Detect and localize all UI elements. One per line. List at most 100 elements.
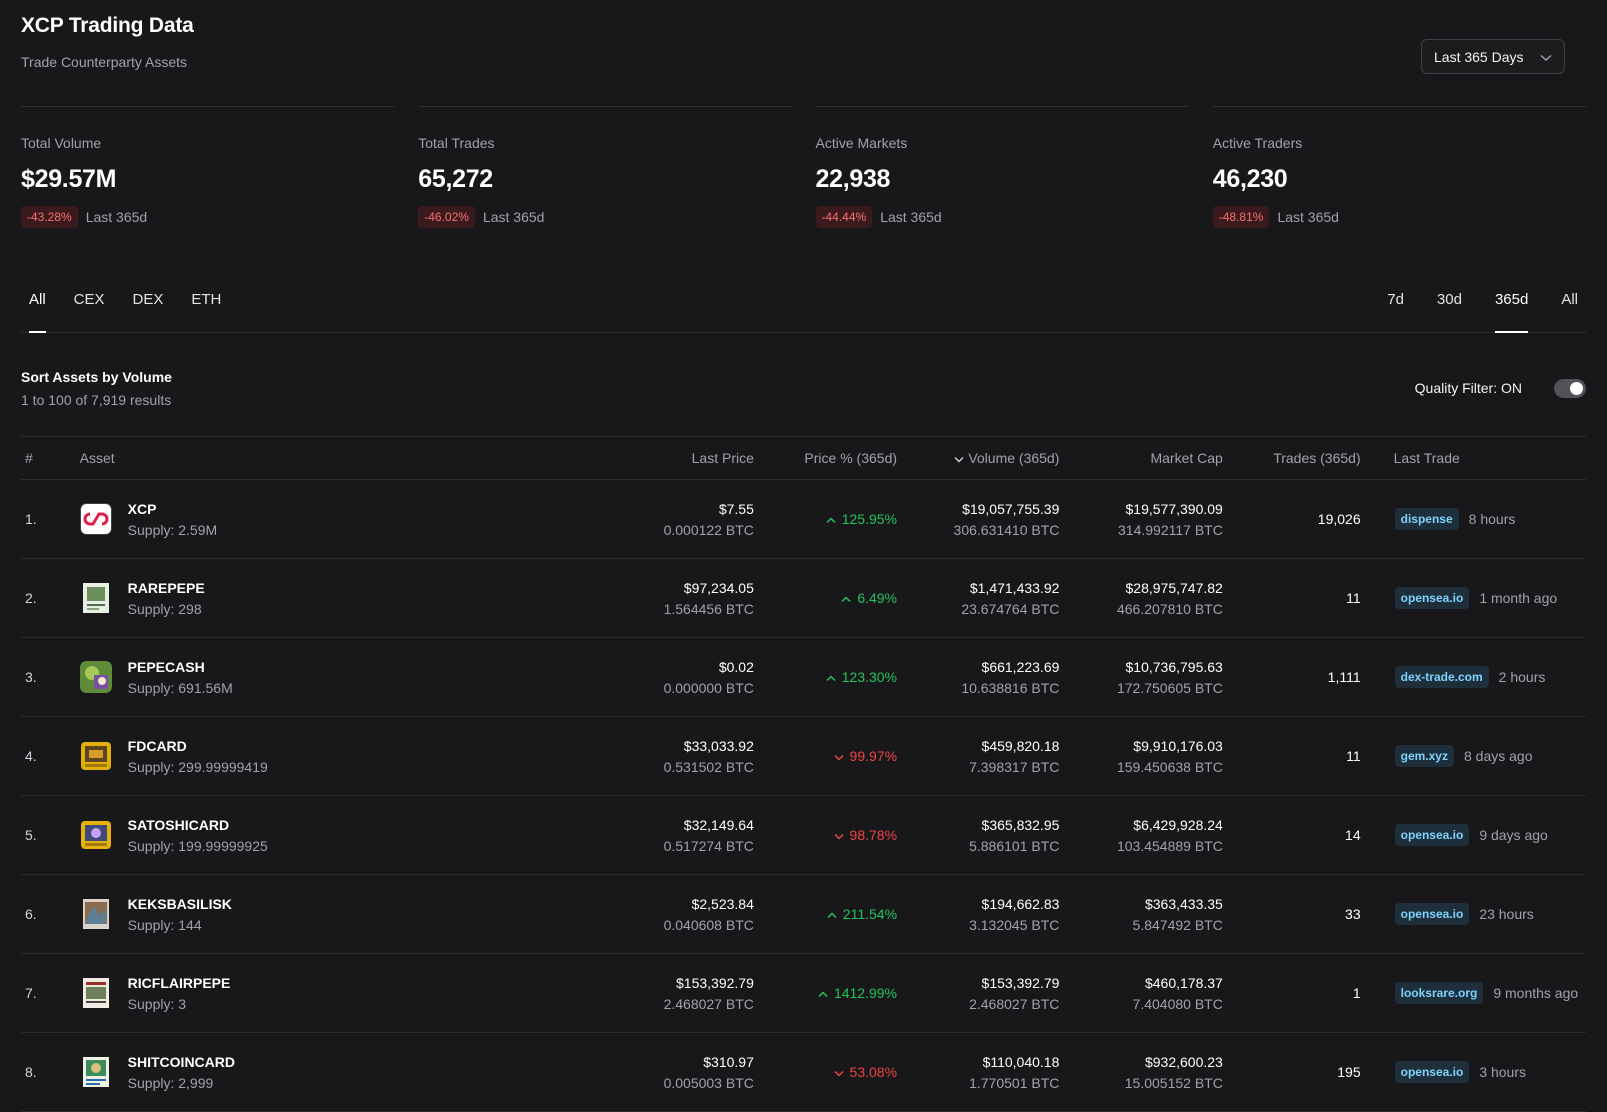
asset-name[interactable]: RICFLAIRPEPE xyxy=(128,975,231,991)
price-change: 125.95% xyxy=(841,511,898,527)
market-badge[interactable]: gem.xyz xyxy=(1394,745,1454,767)
tab-7d[interactable]: 7d xyxy=(1379,266,1412,332)
market-badge[interactable]: looksrare.org xyxy=(1394,982,1484,1004)
market-badge[interactable]: dispense xyxy=(1394,508,1459,530)
table-row[interactable]: 7. RICFLAIRPEPE Supply: 3 $153,392.79 2.… xyxy=(21,953,1586,1033)
stats-row: Total Volume $29.57M -43.28% Last 365d T… xyxy=(21,106,1586,236)
table-row[interactable]: 2. RAREPEPE Supply: 298 $97,234.05 1.564… xyxy=(21,558,1586,638)
col-asset[interactable]: Asset xyxy=(78,437,602,480)
volume-cell: $110,040.18 1.770501 BTC xyxy=(898,1032,1061,1112)
price-change-cell: 6.49% xyxy=(754,558,899,638)
asset-cell[interactable]: RICFLAIRPEPE Supply: 3 xyxy=(78,953,602,1033)
price-change: 98.78% xyxy=(849,827,898,843)
mcap-usd: $28,975,747.82 xyxy=(1125,579,1223,596)
col-trades[interactable]: Trades (365d) xyxy=(1223,437,1362,480)
mcap-usd: $6,429,928.24 xyxy=(1133,816,1223,833)
tab-cex[interactable]: CEX xyxy=(66,266,113,332)
results-count: 1 to 100 of 7,919 results xyxy=(21,392,172,408)
asset-cell[interactable]: SATOSHICARD Supply: 199.99999925 xyxy=(78,795,602,875)
mcap-btc: 103.454889 BTC xyxy=(1116,837,1223,854)
table-row[interactable]: 6. KEKSBASILISK Supply: 144 $2,523.84 0.… xyxy=(21,874,1586,954)
asset-name[interactable]: SHITCOINCARD xyxy=(128,1054,235,1070)
col-market-cap[interactable]: Market Cap xyxy=(1060,437,1224,480)
page-subtitle: Trade Counterparty Assets xyxy=(21,54,188,70)
market-badge[interactable]: dex-trade.com xyxy=(1394,666,1489,688)
last-trade-time: 1 month ago xyxy=(1479,590,1558,606)
price-btc: 1.564456 BTC xyxy=(663,600,754,617)
asset-name[interactable]: RAREPEPE xyxy=(128,580,205,596)
market-badge[interactable]: opensea.io xyxy=(1394,1061,1470,1083)
mcap-usd: $10,736,795.63 xyxy=(1125,658,1223,675)
row-rank: 6. xyxy=(21,874,79,954)
range-select[interactable]: Last 365 Days xyxy=(1421,39,1565,74)
price-btc: 0.531502 BTC xyxy=(663,758,754,775)
col-last-price[interactable]: Last Price xyxy=(601,437,755,480)
keksbasilisk-icon xyxy=(80,898,112,930)
price-change-cell: 99.97% xyxy=(754,716,899,796)
volume-btc: 10.638816 BTC xyxy=(961,679,1060,696)
last-trade-time: 8 hours xyxy=(1468,511,1516,527)
volume-cell: $661,223.69 10.638816 BTC xyxy=(898,637,1061,717)
last-trade-cell: opensea.io 23 hours xyxy=(1361,874,1586,954)
asset-name[interactable]: XCP xyxy=(128,501,218,517)
row-rank: 4. xyxy=(21,716,79,796)
arrow-up-icon xyxy=(826,511,842,527)
stat-value: 65,272 xyxy=(418,165,493,193)
tab-dex[interactable]: DEX xyxy=(125,266,172,332)
table-row[interactable]: 5. SATOSHICARD Supply: 199.99999925 $32,… xyxy=(21,795,1586,875)
table-row[interactable]: 8. SHITCOINCARD Supply: 2,999 $310.97 0.… xyxy=(21,1032,1586,1112)
last-price-cell: $310.97 0.005003 BTC xyxy=(601,1032,755,1112)
asset-name[interactable]: PEPECASH xyxy=(128,659,233,675)
col-last-trade[interactable]: Last Trade xyxy=(1361,437,1586,480)
price-usd: $2,523.84 xyxy=(691,895,754,912)
volume-btc: 2.468027 BTC xyxy=(969,995,1060,1012)
market-badge[interactable]: opensea.io xyxy=(1394,903,1470,925)
sort-desc-icon xyxy=(954,450,964,466)
asset-cell[interactable]: SHITCOINCARD Supply: 2,999 xyxy=(78,1032,602,1112)
trades-count: 11 xyxy=(1223,558,1362,638)
tab-365d[interactable]: 365d xyxy=(1487,266,1536,333)
market-badge[interactable]: opensea.io xyxy=(1394,824,1470,846)
volume-usd: $365,832.95 xyxy=(981,816,1060,833)
asset-cell[interactable]: FDCARD Supply: 299.99999419 xyxy=(78,716,602,796)
last-price-cell: $153,392.79 2.468027 BTC xyxy=(601,953,755,1033)
price-change: 211.54% xyxy=(842,906,898,922)
stat-card-total-trades: Total Trades 65,272 -46.02% Last 365d xyxy=(418,106,792,236)
tab-eth[interactable]: ETH xyxy=(183,266,229,332)
market-badge[interactable]: opensea.io xyxy=(1394,587,1470,609)
asset-name[interactable]: KEKSBASILISK xyxy=(128,896,232,912)
mcap-btc: 172.750605 BTC xyxy=(1116,679,1223,696)
asset-cell[interactable]: RAREPEPE Supply: 298 xyxy=(78,558,602,638)
col-volume[interactable]: Volume (365d) xyxy=(898,437,1061,480)
last-trade-time: 9 days ago xyxy=(1479,827,1548,843)
last-trade-cell: gem.xyz 8 days ago xyxy=(1361,716,1586,796)
table-row[interactable]: 4. FDCARD Supply: 299.99999419 $33,033.9… xyxy=(21,716,1586,796)
toggle-knob xyxy=(1570,382,1583,395)
last-price-cell: $33,033.92 0.531502 BTC xyxy=(601,716,755,796)
last-trade-cell: opensea.io 3 hours xyxy=(1361,1032,1586,1112)
tab-30d[interactable]: 30d xyxy=(1429,266,1470,332)
asset-cell[interactable]: XCP Supply: 2.59M xyxy=(78,479,602,559)
col-price-change[interactable]: Price % (365d) xyxy=(754,437,899,480)
trades-count: 14 xyxy=(1223,795,1362,875)
quality-filter-toggle[interactable] xyxy=(1554,379,1586,398)
price-change: 6.49% xyxy=(857,590,898,606)
table-row[interactable]: 3. PEPECASH Supply: 691.56M $0.02 0.0000… xyxy=(21,637,1586,717)
market-cap-cell: $460,178.37 7.404080 BTC xyxy=(1060,953,1224,1033)
asset-cell[interactable]: PEPECASH Supply: 691.56M xyxy=(78,637,602,717)
stat-period: Last 365d xyxy=(1277,209,1339,225)
tab-all[interactable]: All xyxy=(21,266,54,333)
ricflairpepe-icon xyxy=(80,977,112,1009)
trades-count: 11 xyxy=(1223,716,1362,796)
col-rank[interactable]: # xyxy=(21,437,79,480)
table-row[interactable]: 1. XCP Supply: 2.59M $7.55 0.000122 BTC … xyxy=(21,479,1586,559)
market-cap-cell: $6,429,928.24 103.454889 BTC xyxy=(1060,795,1224,875)
asset-name[interactable]: FDCARD xyxy=(128,738,268,754)
xcp-logo-icon xyxy=(79,503,112,535)
arrow-down-icon xyxy=(834,748,850,764)
price-btc: 0.040608 BTC xyxy=(663,916,754,933)
asset-name[interactable]: SATOSHICARD xyxy=(128,817,268,833)
asset-supply: Supply: 144 xyxy=(127,916,202,933)
tab-period-all[interactable]: All xyxy=(1553,266,1586,332)
asset-cell[interactable]: KEKSBASILISK Supply: 144 xyxy=(78,874,602,954)
